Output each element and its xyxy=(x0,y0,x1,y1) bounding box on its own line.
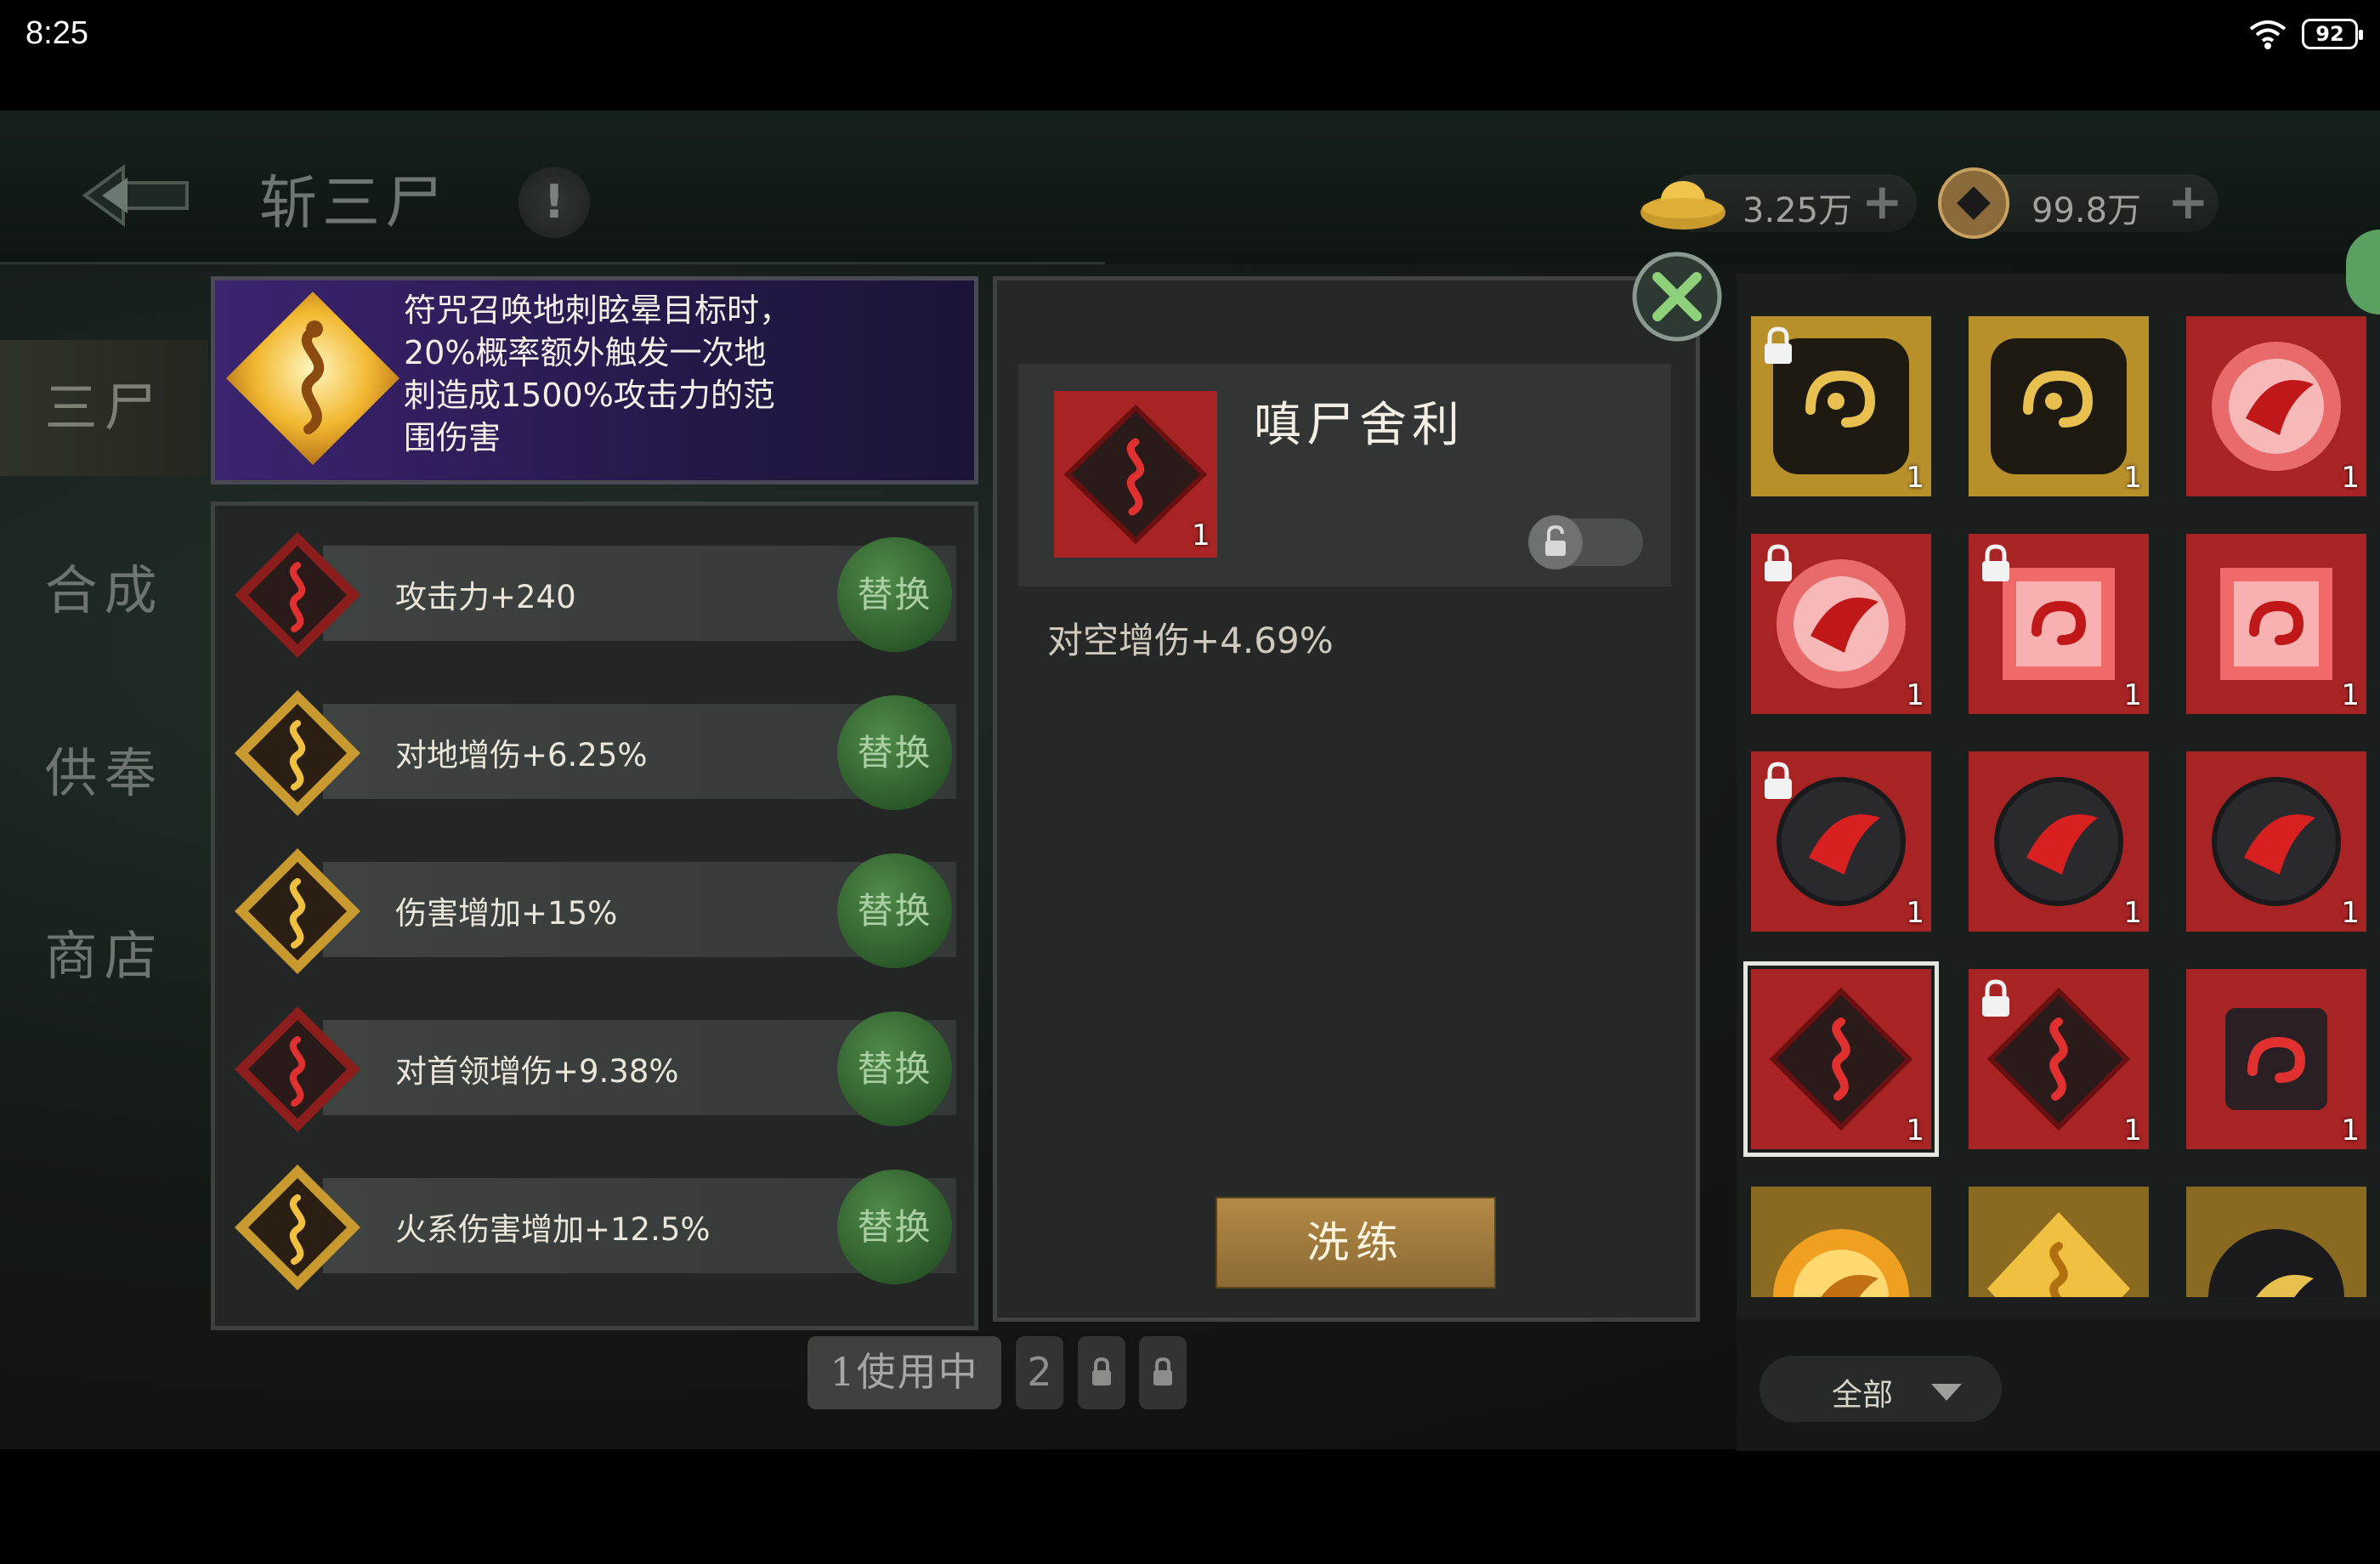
inventory-item[interactable] xyxy=(1751,1187,1931,1297)
gold-snake-icon xyxy=(235,848,360,974)
gold-snake-icon xyxy=(1969,1187,2149,1297)
inventory-item[interactable]: 1 xyxy=(1743,961,1939,1157)
item-name: 嗔尸舍利 xyxy=(1254,398,1465,453)
slot-tab-2[interactable]: 2 xyxy=(1016,1336,1063,1409)
item-count: 1 xyxy=(2123,1114,2142,1148)
red-snake-icon xyxy=(235,1006,360,1132)
nav-tab-offering[interactable]: 供奉 xyxy=(0,706,208,842)
nav-tab-shop[interactable]: 商店 xyxy=(0,888,208,1024)
item-count: 1 xyxy=(1906,1114,1924,1148)
replace-button[interactable]: 替换 xyxy=(837,537,952,652)
gold-swirl-icon xyxy=(1969,316,2149,496)
attribute-row: 伤害增加+15% 替换 xyxy=(230,843,960,974)
item-count: 1 xyxy=(1906,461,1924,495)
skill-description-text: 符咒召唤地刺眩晕目标时，20%概率额外触发一次地刺造成1500%攻击力的范围伤害 xyxy=(404,292,792,456)
lock-icon xyxy=(1982,979,2009,1017)
inventory-item[interactable]: 1 xyxy=(2186,316,2366,496)
selected-item: 1 xyxy=(1054,391,1217,558)
inventory-item[interactable] xyxy=(2186,1187,2366,1297)
coin-add-button[interactable]: + xyxy=(2168,176,2209,227)
item-count: 1 xyxy=(2123,896,2142,930)
replace-button[interactable]: 替换 xyxy=(837,1170,952,1284)
replace-button[interactable]: 替换 xyxy=(837,853,952,968)
page-title: 斩三尸 xyxy=(259,170,449,237)
gold-ingot-icon xyxy=(1640,181,1726,230)
replace-button[interactable]: 替换 xyxy=(837,695,952,810)
nav-tab-sanshi[interactable]: 三尸 xyxy=(0,340,208,476)
nav-tab-synthesis[interactable]: 合成 xyxy=(0,523,208,659)
attribute-label: 火系伤害增加+12.5% xyxy=(395,1211,711,1248)
inventory-item[interactable]: 1 xyxy=(1751,534,1931,714)
inventory-item[interactable] xyxy=(1969,1187,2149,1297)
gold-add-button[interactable]: + xyxy=(1862,176,1903,227)
inventory-item[interactable]: 1 xyxy=(2186,534,2366,714)
dark-phoenix-orb-icon xyxy=(1969,751,2149,932)
red-phoenix-orb-icon xyxy=(2186,316,2366,496)
filter-label: 全部 xyxy=(1832,1378,1894,1413)
top-divider xyxy=(0,262,1105,264)
inventory-item[interactable]: 1 xyxy=(2186,969,2366,1149)
lock-icon xyxy=(1765,762,1792,799)
item-count: 1 xyxy=(1192,518,1210,552)
slot-tab-1[interactable]: 1使用中 xyxy=(808,1336,1001,1409)
item-count: 1 xyxy=(1906,678,1924,712)
item-stat: 对空增伤+4.69% xyxy=(1047,620,1334,661)
inventory-item[interactable]: 1 xyxy=(1751,751,1931,932)
battery-indicator: 92 xyxy=(2302,19,2363,49)
inventory-item[interactable]: 1 xyxy=(1969,534,2149,714)
red-swirl-gem-icon xyxy=(2186,534,2366,714)
item-count: 1 xyxy=(2123,678,2142,712)
copper-coin-icon xyxy=(1938,167,2009,239)
inventory-item[interactable]: 1 xyxy=(2186,751,2366,932)
status-bar: 8:25 92 xyxy=(0,0,2380,68)
attribute-row: 对首领增伤+9.38% 替换 xyxy=(230,1001,960,1132)
lock-icon xyxy=(1153,1357,1172,1386)
chevron-down-icon[interactable] xyxy=(1931,1384,1962,1401)
gold-amount: 3.25万 xyxy=(1742,191,1853,230)
attribute-row: 火系伤害增加+12.5% 替换 xyxy=(230,1159,960,1290)
coin-amount: 99.8万 xyxy=(2032,191,2142,230)
dark-swirl-square-icon xyxy=(2186,969,2366,1149)
inventory-item[interactable]: 1 xyxy=(1751,316,1931,496)
slot-tab-locked[interactable] xyxy=(1139,1336,1187,1409)
lock-icon xyxy=(1765,326,1792,364)
help-button[interactable]: ! xyxy=(518,167,590,238)
lock-icon xyxy=(1982,544,2009,581)
inventory-item[interactable]: 1 xyxy=(1969,969,2149,1149)
slot-tab-locked[interactable] xyxy=(1078,1336,1125,1409)
lock-icon xyxy=(1765,544,1792,581)
wifi-icon xyxy=(2249,20,2286,49)
item-count: 1 xyxy=(2341,461,2360,495)
lock-icon xyxy=(1092,1357,1111,1386)
attribute-label: 伤害增加+15% xyxy=(395,895,618,932)
item-count: 1 xyxy=(2341,1114,2360,1148)
attribute-label: 攻击力+240 xyxy=(395,579,576,615)
item-count: 1 xyxy=(2341,896,2360,930)
item-count: 1 xyxy=(1906,896,1924,930)
attribute-row: 对地增伤+6.25% 替换 xyxy=(230,685,960,816)
inventory-item[interactable]: 1 xyxy=(1969,751,2149,932)
back-arrow-icon[interactable] xyxy=(76,157,196,234)
inventory-item[interactable]: 1 xyxy=(1969,316,2149,496)
dark-gold-phoenix-orb-icon xyxy=(2186,1187,2366,1297)
gold-phoenix-orb-icon xyxy=(1751,1187,1931,1297)
gold-snake-icon xyxy=(235,1164,360,1290)
attribute-row: 攻击力+240 替换 xyxy=(230,527,960,658)
item-count: 1 xyxy=(2341,678,2360,712)
refine-button[interactable]: 洗练 xyxy=(1216,1197,1496,1289)
gold-snake-icon xyxy=(226,292,400,465)
attribute-label: 对首领增伤+9.38% xyxy=(395,1053,679,1090)
red-snake-icon xyxy=(1751,969,1931,1149)
item-count: 1 xyxy=(2123,461,2142,495)
gold-snake-icon xyxy=(235,690,360,816)
clock: 8:25 xyxy=(26,15,88,51)
dark-phoenix-orb-icon xyxy=(2186,751,2366,932)
close-icon[interactable] xyxy=(1630,250,1724,343)
unlock-icon[interactable] xyxy=(1528,515,1583,570)
red-snake-icon xyxy=(235,532,360,658)
replace-button[interactable]: 替换 xyxy=(837,1012,952,1126)
attribute-label: 对地增伤+6.25% xyxy=(395,737,648,774)
